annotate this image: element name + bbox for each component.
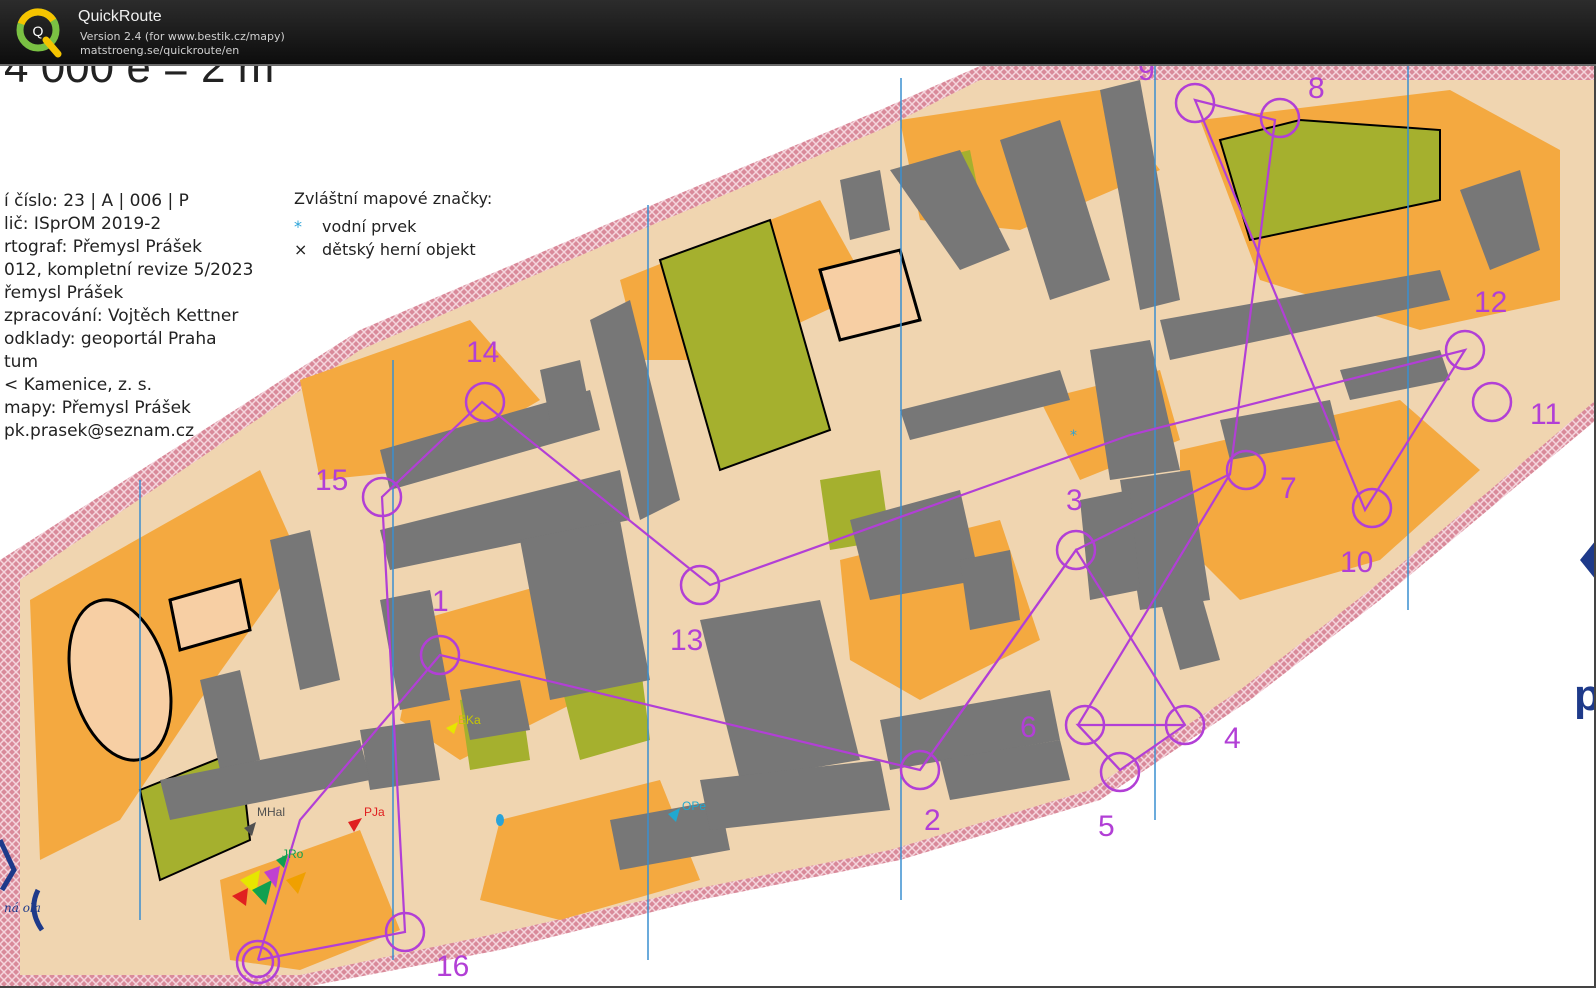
info-line-10: mapy: Přemysl Prášek <box>4 398 191 418</box>
control-number-10: 10 <box>1340 546 1373 579</box>
control-number-14: 14 <box>466 336 499 369</box>
runner-label-ope: OPe <box>682 799 706 813</box>
legend-item-water: vodní prvek <box>322 217 417 236</box>
info-line-8: tum <box>4 352 38 372</box>
control-number-8: 8 <box>1308 72 1325 105</box>
app-version: Version 2.4 (for www.bestik.cz/mapy) <box>80 30 285 43</box>
control-number-7: 7 <box>1280 472 1297 505</box>
water-star-icon: * <box>1070 428 1077 444</box>
info-line-11: pk.prasek@seznam.cz <box>4 421 194 441</box>
app-title: QuickRoute <box>78 8 162 25</box>
control-number-13: 13 <box>670 624 703 657</box>
map-view[interactable]: 1 2 3 4 5 6 7 8 9 10 11 12 13 14 15 16 E… <box>0 66 1596 988</box>
left-edge-logo-text: ná ola <box>4 901 41 915</box>
info-line-3: rtograf: Přemysl Prášek <box>4 237 202 257</box>
control-number-1: 1 <box>432 585 449 618</box>
runner-label-mhal: MHal <box>257 805 285 819</box>
scale-title: 4 000 e = 2 m <box>4 66 274 92</box>
info-line-9: < Kamenice, z. s. <box>4 375 152 395</box>
right-edge-logo-text: p <box>1574 671 1596 720</box>
info-line-7: odklady: geoportál Praha <box>4 329 217 349</box>
legend-playground-icon: × <box>294 240 307 259</box>
info-line-6: zpracování: Vojtěch Kettner <box>4 306 238 326</box>
logo-letter: Q <box>33 23 44 39</box>
info-line-5: řemysl Prášek <box>4 283 123 303</box>
info-line-4: 012, kompletní revize 5/2023 <box>4 260 253 280</box>
control-number-4: 4 <box>1224 722 1241 755</box>
app-url: matstroeng.se/quickroute/en <box>80 44 240 57</box>
app-header: Q QuickRoute Version 2.4 (for www.bestik… <box>0 0 1596 66</box>
legend-item-playground: dětský herní objekt <box>322 240 476 259</box>
control-number-6: 6 <box>1020 711 1037 744</box>
control-number-3: 3 <box>1066 484 1083 517</box>
control-number-9: 9 <box>1138 66 1155 87</box>
runner-label-jro: JRo <box>282 847 304 861</box>
control-number-11: 11 <box>1530 398 1561 431</box>
control-number-12: 12 <box>1474 286 1507 319</box>
control-number-5: 5 <box>1098 810 1115 843</box>
quickroute-logo: Q <box>16 8 62 58</box>
orienteering-map[interactable]: 1 2 3 4 5 6 7 8 9 10 11 12 13 14 15 16 E… <box>0 66 1596 988</box>
runner-label-eka: EKa <box>458 713 481 727</box>
control-number-16: 16 <box>436 950 469 983</box>
legend-title: Zvláštní mapové značky: <box>294 189 492 208</box>
info-line-1: í číslo: 23 | A | 006 | P <box>4 191 189 211</box>
control-number-15: 15 <box>315 464 348 497</box>
control-number-2: 2 <box>924 804 941 837</box>
runner-label-pja: PJa <box>364 805 385 819</box>
info-line-2: lič: ISprOM 2019-2 <box>4 214 161 234</box>
legend-water-icon: * <box>294 217 302 236</box>
